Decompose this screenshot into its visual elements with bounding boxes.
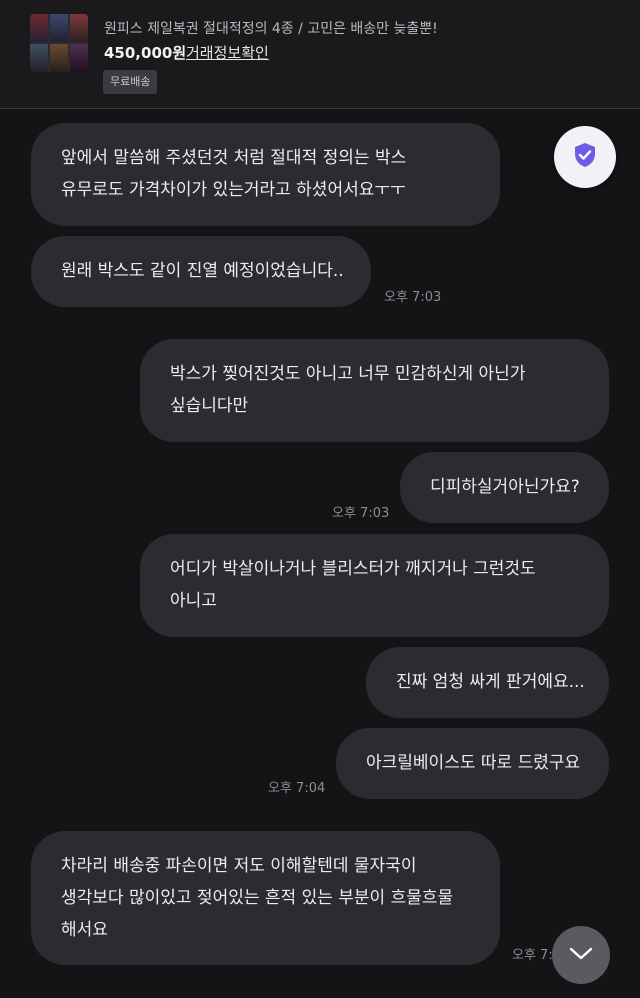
shield-check-icon bbox=[573, 142, 597, 172]
free-shipping-badge: 무료배송 bbox=[103, 70, 158, 94]
message-text: 원래 박스도 같이 진열 예정이었습니다.. bbox=[61, 261, 344, 281]
message-text: 앞에서 말씀해 주셨던것 처럼 절대적 정의는 박스 bbox=[61, 148, 407, 168]
message-text: 진짜 엄청 싸게 판거에요... bbox=[396, 672, 585, 692]
message-bubble-received: 앞에서 말씀해 주셨던것 처럼 절대적 정의는 박스 유무로도 가격차이가 있는… bbox=[31, 123, 500, 226]
message-text: 아크릴베이스도 따로 드렸구요 bbox=[366, 753, 581, 773]
safety-shield-button[interactable] bbox=[554, 126, 616, 188]
message-bubble-sent: 어디가 박살이나거나 블리스터가 깨지거나 그런것도 아니고 bbox=[140, 534, 609, 637]
message-time: 오후 7:04 bbox=[268, 781, 326, 796]
message-text: 차라리 배송중 파손이면 저도 이해할텐데 물자국이 bbox=[61, 856, 417, 876]
message-text: 박스가 찢어진것도 아니고 너무 민감하신게 아닌가 bbox=[170, 364, 526, 384]
transaction-info-link[interactable]: 거래정보확인 bbox=[186, 42, 269, 63]
product-title: 원피스 제일복권 절대적정의 4종 / 고민은 배송만 늦출뿐! bbox=[104, 21, 438, 37]
chevron-down-icon bbox=[569, 946, 593, 965]
message-text: 유무로도 가격차이가 있는거라고 하셨어서요ㅜㅜ bbox=[61, 180, 406, 200]
message-text: 싶습니다만 bbox=[170, 396, 249, 416]
message-text: 생각보다 많이있고 젖어있는 흔적 있는 부분이 흐물흐물 bbox=[61, 888, 454, 908]
message-bubble-sent: 디피하실거아닌가요? bbox=[400, 452, 609, 523]
message-text: 아니고 bbox=[170, 591, 217, 611]
product-thumbnail[interactable] bbox=[30, 14, 88, 72]
message-text: 디피하실거아닌가요? bbox=[430, 477, 580, 497]
message-bubble-sent: 아크릴베이스도 따로 드렸구요 bbox=[336, 728, 609, 799]
product-header[interactable]: 원피스 제일복권 절대적정의 4종 / 고민은 배송만 늦출뿐! 450,000… bbox=[0, 0, 640, 109]
product-price: 450,000원 bbox=[104, 44, 187, 62]
message-text: 어디가 박살이나거나 블리스터가 깨지거나 그런것도 bbox=[170, 559, 536, 579]
scroll-to-bottom-button[interactable] bbox=[552, 926, 610, 984]
message-time: 오후 7:03 bbox=[384, 290, 442, 305]
message-bubble-sent: 박스가 찢어진것도 아니고 너무 민감하신게 아닌가 싶습니다만 bbox=[140, 339, 609, 442]
message-bubble-received: 원래 박스도 같이 진열 예정이었습니다.. bbox=[31, 236, 371, 307]
message-bubble-sent: 진짜 엄청 싸게 판거에요... bbox=[366, 647, 609, 718]
message-text: 해서요 bbox=[61, 920, 108, 940]
message-time: 오후 7: bbox=[512, 948, 553, 963]
message-time: 오후 7:03 bbox=[332, 506, 390, 521]
message-bubble-received: 차라리 배송중 파손이면 저도 이해할텐데 물자국이 생각보다 많이있고 젖어있… bbox=[31, 831, 500, 965]
